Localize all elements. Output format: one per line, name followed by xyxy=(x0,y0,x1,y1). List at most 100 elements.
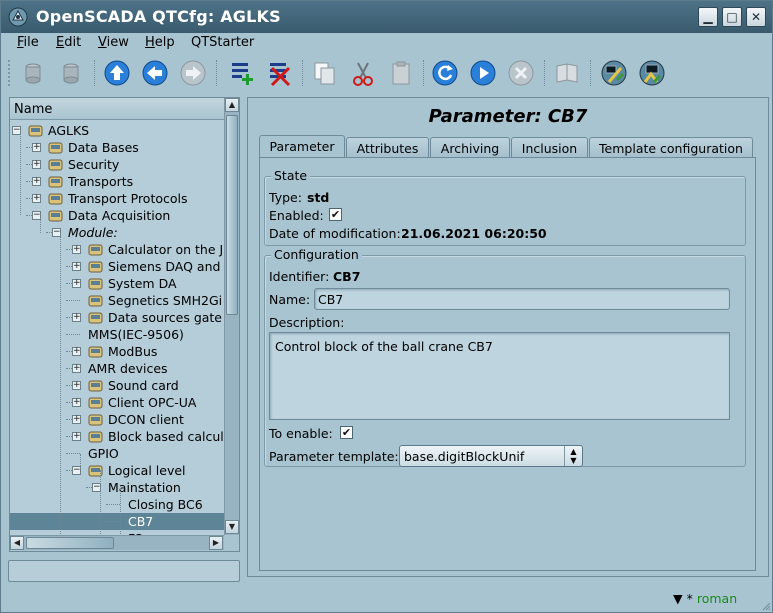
modified-label: Date of modification: xyxy=(269,226,401,241)
modified-value: 21.06.2021 06:20:50 xyxy=(401,226,547,241)
start-icon[interactable] xyxy=(468,58,498,88)
gate-icon xyxy=(88,311,104,325)
current-user[interactable]: roman xyxy=(697,591,737,606)
name-field[interactable]: CB7 xyxy=(314,288,730,310)
tab-archiving[interactable]: Archiving xyxy=(430,137,510,158)
tree-item[interactable]: + Data sources gate xyxy=(10,309,224,326)
template-select[interactable]: base.digitBlockUnif ▲ ▼ xyxy=(399,445,583,467)
expand-icon[interactable]: + xyxy=(72,245,81,254)
tree-item[interactable]: + ModBus xyxy=(10,343,224,360)
tree-item[interactable]: + Transport Protocols xyxy=(10,190,224,207)
tree-item[interactable]: + Data Bases xyxy=(10,139,224,156)
refresh-icon[interactable] xyxy=(430,58,460,88)
tree-guide-line xyxy=(40,217,41,233)
tree-vertical-scroll-thumb[interactable] xyxy=(226,115,238,315)
description-field[interactable]: Control block of the ball crane CB7 xyxy=(269,332,730,420)
manual-icon[interactable] xyxy=(552,58,582,88)
expand-icon[interactable]: + xyxy=(72,262,81,271)
db-load-icon[interactable] xyxy=(18,58,48,88)
tree-item[interactable]: CB7 xyxy=(10,513,224,530)
copy-icon[interactable] xyxy=(310,58,340,88)
expand-icon[interactable]: + xyxy=(72,313,81,322)
vision-icon[interactable] xyxy=(637,58,667,88)
scroll-right-icon[interactable]: ▶ xyxy=(209,536,223,550)
tree-item[interactable]: − Mainstation xyxy=(10,479,224,496)
menubar: File Edit View Help QTStarter xyxy=(2,33,772,53)
tree-item[interactable]: − Logical level xyxy=(10,462,224,479)
tab-attributes[interactable]: Attributes xyxy=(346,137,429,158)
expand-icon[interactable]: + xyxy=(72,415,81,424)
tree-item[interactable]: + Security xyxy=(10,156,224,173)
siemens-icon xyxy=(88,260,104,274)
expand-icon[interactable]: + xyxy=(72,279,81,288)
modified-indicator: * xyxy=(686,591,693,606)
qtcfg-icon[interactable] xyxy=(599,58,629,88)
tree-item[interactable]: − Module: xyxy=(10,224,224,241)
tree-item[interactable]: + DCON client xyxy=(10,411,224,428)
tree-vertical-scrollbar[interactable]: ▲ ▼ xyxy=(224,98,239,535)
tree-item[interactable]: MMS(IEC-9506) xyxy=(10,326,224,343)
tree-item[interactable]: + Siemens DAQ and xyxy=(10,258,224,275)
expand-icon[interactable]: + xyxy=(32,143,41,152)
tree-item[interactable]: + Client OPC-UA xyxy=(10,394,224,411)
tab-template-configuration[interactable]: Template configuration xyxy=(589,137,753,158)
tree-item[interactable]: Segnetics SMH2Gi xyxy=(10,292,224,309)
close-button[interactable]: ✕ xyxy=(746,7,766,27)
tree-item[interactable]: GPIO xyxy=(10,445,224,462)
title-bar[interactable]: OpenSCADA QTCfg: AGLKS ▁ □ ✕ xyxy=(1,1,772,33)
menu-view[interactable]: View xyxy=(98,35,129,50)
back-icon[interactable] xyxy=(140,58,170,88)
delete-item-icon[interactable] xyxy=(264,58,294,88)
tree-item[interactable]: + Sound card xyxy=(10,377,224,394)
tree-horizontal-scrollbar[interactable]: ◀ ▶ xyxy=(10,535,224,550)
stop-icon[interactable] xyxy=(506,58,536,88)
expand-icon[interactable]: + xyxy=(32,160,41,169)
minimize-button[interactable]: ▁ xyxy=(698,7,718,27)
expand-icon[interactable]: + xyxy=(72,381,81,390)
to-enable-checkbox[interactable]: ✔ xyxy=(340,426,353,439)
menu-file[interactable]: File xyxy=(17,35,39,50)
tree-horizontal-scroll-thumb[interactable] xyxy=(26,537,114,549)
tab-parameter[interactable]: Parameter xyxy=(259,135,345,159)
scroll-down-icon[interactable]: ▼ xyxy=(225,520,239,534)
tree-item[interactable]: + Calculator on the J xyxy=(10,241,224,258)
page-title: Parameter: CB7 xyxy=(428,106,588,127)
forward-icon[interactable] xyxy=(178,58,208,88)
tree-item[interactable]: + System DA xyxy=(10,275,224,292)
add-item-icon[interactable] xyxy=(226,58,256,88)
tree-item[interactable]: Closing BC6 xyxy=(10,496,224,513)
dropdown-triangle-icon[interactable]: ▼ xyxy=(673,591,683,606)
tree-item[interactable]: + Transports xyxy=(10,173,224,190)
db-save-icon[interactable] xyxy=(56,58,86,88)
tree-item-label: Sound card xyxy=(108,378,179,393)
tree-item-label: CB7 xyxy=(128,514,154,529)
tree-item[interactable]: + Block based calcul xyxy=(10,428,224,445)
enabled-checkbox[interactable]: ✔ xyxy=(329,208,342,221)
tree-header-name[interactable]: Name xyxy=(10,98,224,120)
expand-icon[interactable]: + xyxy=(32,194,41,203)
tree-item[interactable]: − AGLKS xyxy=(10,122,224,139)
expand-icon[interactable]: + xyxy=(72,432,81,441)
scroll-left-icon[interactable]: ◀ xyxy=(10,536,24,550)
minimize-icon: ▁ xyxy=(703,10,713,24)
menu-edit[interactable]: Edit xyxy=(56,35,81,50)
menu-qtstarter[interactable]: QTStarter xyxy=(191,35,254,50)
expand-icon[interactable]: + xyxy=(72,347,81,356)
resize-grip-icon[interactable] xyxy=(761,601,771,611)
tree-item[interactable]: + AMR devices xyxy=(10,360,224,377)
scroll-up-icon[interactable]: ▲ xyxy=(225,98,239,112)
menu-help[interactable]: Help xyxy=(145,35,175,50)
expand-icon[interactable]: + xyxy=(72,398,81,407)
tree-item[interactable]: − Data Acquisition xyxy=(10,207,224,224)
maximize-button[interactable]: □ xyxy=(722,7,742,27)
expand-icon[interactable]: + xyxy=(32,177,41,186)
paste-icon[interactable] xyxy=(386,58,416,88)
tab-inclusion[interactable]: Inclusion xyxy=(511,137,588,158)
expand-icon[interactable]: + xyxy=(72,364,81,373)
up-icon[interactable] xyxy=(102,58,132,88)
block-icon xyxy=(88,430,104,444)
tree-item-label: Transports xyxy=(68,174,134,189)
toolbar-grip[interactable] xyxy=(8,60,11,86)
navigation-tree[interactable]: − AGLKS + Data Bases + Security + Transports + Tr… xyxy=(10,120,224,535)
cut-icon[interactable] xyxy=(348,58,378,88)
